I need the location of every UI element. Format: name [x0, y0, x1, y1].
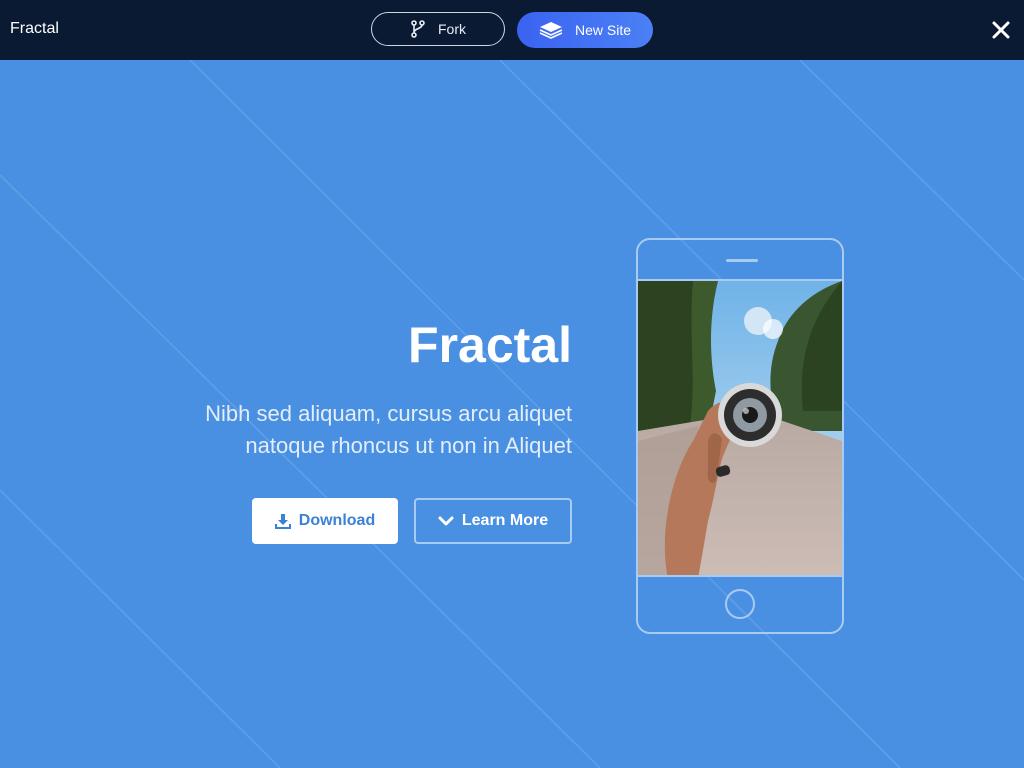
- phone-speaker: [726, 259, 758, 262]
- hero-subtitle-line-2: natoque rhoncus ut non in Aliquet: [245, 433, 572, 458]
- learn-more-button[interactable]: Learn More: [414, 498, 572, 544]
- close-icon[interactable]: [990, 19, 1012, 41]
- hero-title: Fractal: [408, 317, 572, 373]
- phone-mockup: [636, 238, 844, 634]
- learn-more-label: Learn More: [461, 512, 549, 529]
- fork-label: Fork: [438, 21, 466, 37]
- fork-icon: [410, 20, 426, 38]
- new-site-label: New Site: [574, 22, 632, 38]
- layers-icon: [539, 21, 563, 39]
- phone-screen-image: [638, 279, 842, 577]
- top-bar: Fractal Fork New Site: [0, 0, 1024, 60]
- fork-button[interactable]: Fork: [371, 12, 505, 46]
- new-site-button[interactable]: New Site: [517, 12, 653, 48]
- download-icon: [274, 513, 291, 529]
- brand-name: Fractal: [10, 20, 59, 37]
- hero-subtitle-line-1: Nibh sed aliquam, cursus arcu aliquet: [205, 401, 572, 426]
- hero-subtitle: Nibh sed aliquam, cursus arcu aliquet na…: [150, 398, 572, 462]
- hero-section: Fractal Nibh sed aliquam, cursus arcu al…: [0, 60, 1024, 768]
- download-label: Download: [298, 512, 376, 529]
- phone-home-button: [725, 589, 755, 619]
- hand-lens-photo: [638, 281, 842, 575]
- download-button[interactable]: Download: [252, 498, 398, 544]
- chevron-down-icon: [438, 515, 454, 527]
